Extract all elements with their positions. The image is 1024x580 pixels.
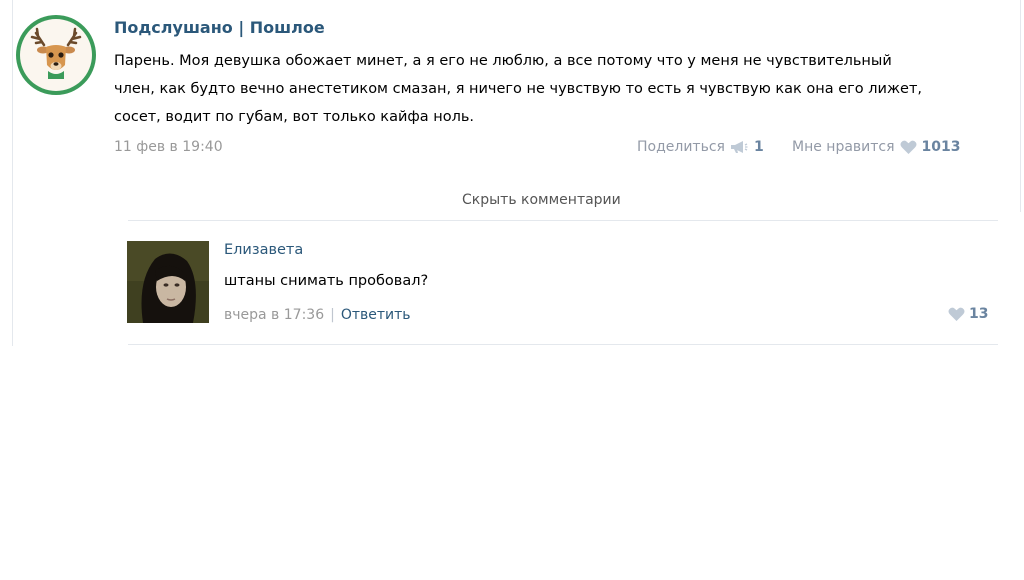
heart-icon (948, 307, 965, 322)
right-border (1020, 0, 1021, 212)
left-border (12, 0, 13, 346)
post-text-line: Парень. Моя девушка обожает минет, а я е… (114, 53, 892, 69)
divider (128, 344, 998, 345)
share-button[interactable]: Поделиться 1 (637, 139, 764, 155)
meta-separator: | (330, 307, 335, 323)
divider (128, 220, 998, 221)
like-label: Мне нравится (792, 139, 895, 155)
hide-comments-link[interactable]: Скрыть комментарии (462, 192, 621, 208)
comment-author-link[interactable]: Елизавета (224, 242, 303, 258)
post-author-link[interactable]: Подслушано | Пошлое (114, 18, 325, 37)
reply-link[interactable]: Ответить (341, 307, 411, 323)
share-count: 1 (753, 139, 764, 155)
comment-like-button[interactable]: 13 (948, 306, 988, 322)
community-avatar[interactable] (16, 15, 96, 95)
post-text-line: сосет, водит по губам, вот только кайфа … (114, 109, 475, 125)
comment-like-count: 13 (969, 306, 989, 322)
heart-icon (900, 140, 917, 155)
commenter-avatar[interactable] (127, 241, 209, 323)
post-date-link[interactable]: 11 фев в 19:40 (114, 139, 223, 155)
comment-text: штаны снимать пробовал? (224, 273, 429, 289)
deer-icon (20, 19, 92, 91)
post-text: Парень. Моя девушка обожает минет, а я е… (114, 47, 994, 131)
post-text-line: член, как будто вечно анестетиком смазан… (114, 81, 922, 97)
like-button[interactable]: Мне нравится 1013 (792, 139, 961, 155)
like-count: 1013 (921, 139, 961, 155)
megaphone-icon (730, 140, 748, 154)
comment-date-link[interactable]: вчера в 17:36 (224, 307, 324, 323)
share-label: Поделиться (637, 139, 725, 155)
comment-meta: вчера в 17:36 | Ответить (224, 307, 411, 323)
